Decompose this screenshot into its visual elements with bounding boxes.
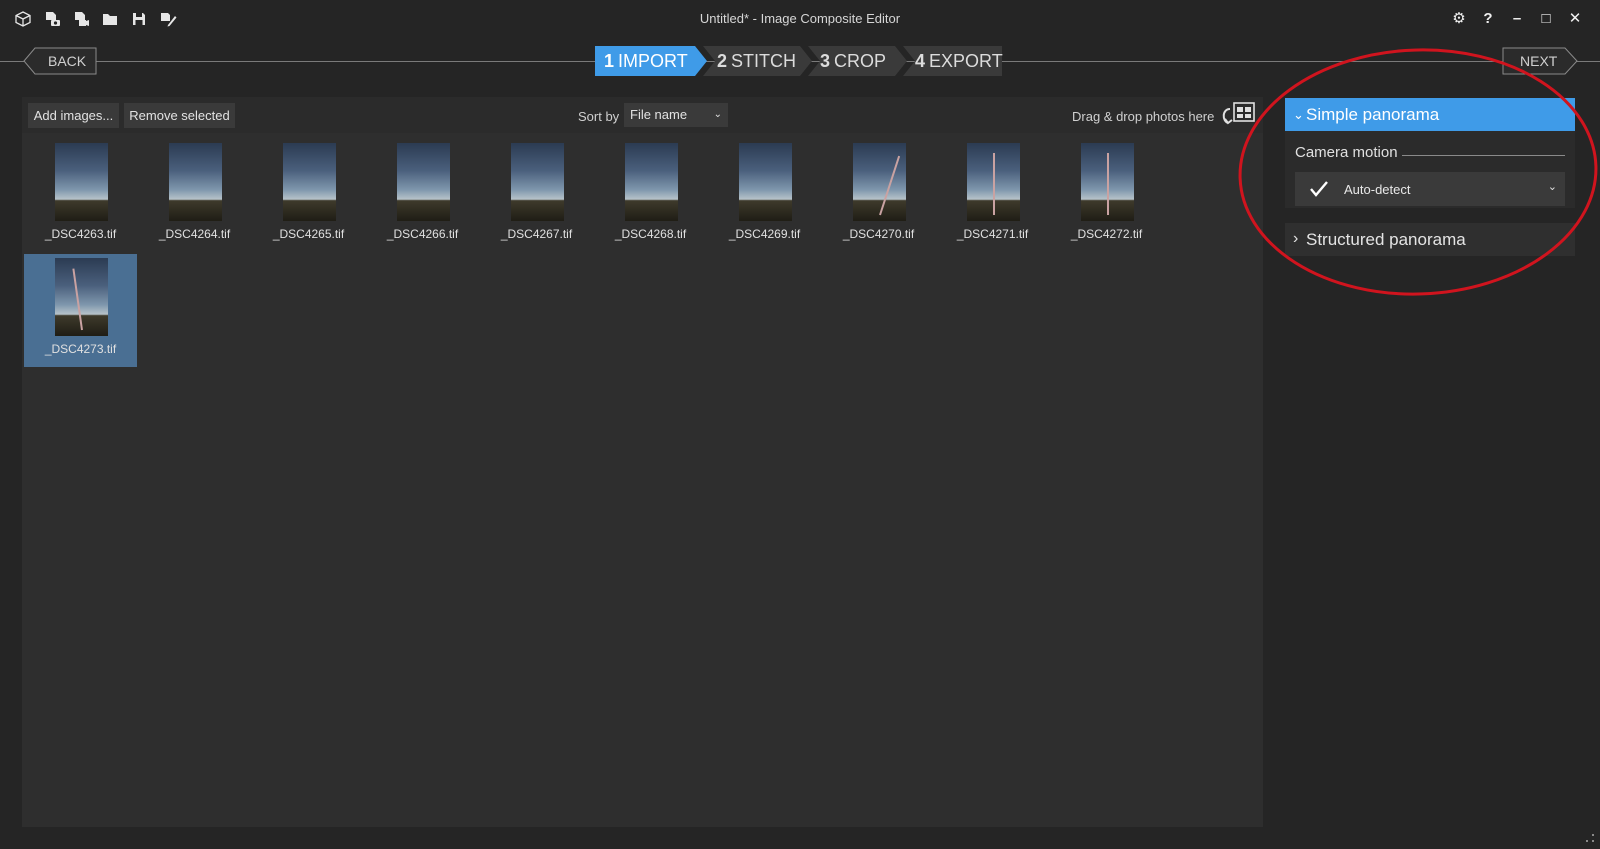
thumbnail-image <box>853 143 906 221</box>
thumbnail-filename: _DSC4263.tif <box>44 227 117 241</box>
thumbnail-image <box>1081 143 1134 221</box>
image-thumbnail[interactable]: _DSC4265.tif <box>252 139 365 252</box>
thumbnail-filename: _DSC4264.tif <box>158 227 231 241</box>
thumbnail-filename: _DSC4266.tif <box>386 227 459 241</box>
image-thumbnail[interactable]: _DSC4266.tif <box>366 139 479 252</box>
thumbnail-image <box>739 143 792 221</box>
thumbnail-filename: _DSC4272.tif <box>1070 227 1143 241</box>
sort-by-label: Sort by <box>578 109 620 124</box>
thumbnail-image <box>55 258 108 336</box>
remove-selected-button[interactable]: Remove selected <box>124 103 235 128</box>
minimize-icon[interactable]: – <box>1507 9 1527 29</box>
antenna-mast-shape <box>993 153 995 215</box>
resize-grip-icon[interactable] <box>1584 832 1596 844</box>
image-thumbnail[interactable]: _DSC4263.tif <box>24 139 137 252</box>
back-button[interactable]: BACK <box>23 47 97 75</box>
maximize-icon[interactable]: □ <box>1536 9 1556 29</box>
image-thumbnail[interactable]: _DSC4273.tif <box>24 254 137 367</box>
step-crop[interactable]: 3 CROP <box>808 46 908 76</box>
image-thumbnail[interactable]: _DSC4270.tif <box>822 139 935 252</box>
step-export[interactable]: 4 EXPORT <box>903 46 1003 76</box>
add-images-button[interactable]: Add images... <box>28 103 119 128</box>
step-stitch-label: 2 STITCH <box>717 51 797 71</box>
image-thumbnail[interactable]: _DSC4268.tif <box>594 139 707 252</box>
thumbnail-image <box>55 143 108 221</box>
step-crop-label: 3 CROP <box>820 51 887 71</box>
thumbnail-image <box>967 143 1020 221</box>
window-title: Untitled* - Image Composite Editor <box>699 11 901 26</box>
sort-by-select[interactable]: File name ⌄ <box>624 103 728 127</box>
step-stitch[interactable]: 2 STITCH <box>703 46 813 76</box>
image-thumbnail[interactable]: _DSC4269.tif <box>708 139 821 252</box>
title-bar: Untitled* - Image Composite Editor ⚙ ? –… <box>0 0 1600 38</box>
antenna-mast-shape <box>72 268 83 331</box>
image-thumbnail[interactable]: _DSC4267.tif <box>480 139 593 252</box>
image-thumbnail[interactable]: _DSC4272.tif <box>1050 139 1163 252</box>
thumbnail-filename: _DSC4273.tif <box>44 342 117 356</box>
thumbnail-filename: _DSC4267.tif <box>500 227 573 241</box>
thumbnail-grid: _DSC4263.tif _DSC4264.tif _DSC4265.tif _DSC… <box>22 139 1263 369</box>
back-label: BACK <box>48 53 87 69</box>
step-import[interactable]: 1 IMPORT <box>595 46 707 76</box>
drag-drop-hint: Drag & drop photos here <box>1072 109 1215 124</box>
thumbnail-image <box>511 143 564 221</box>
thumbnail-filename: _DSC4271.tif <box>956 227 1029 241</box>
thumbnail-image <box>283 143 336 221</box>
thumbnail-filename: _DSC4269.tif <box>728 227 801 241</box>
image-thumbnail[interactable]: _DSC4271.tif <box>936 139 1049 252</box>
thumbnail-filename: _DSC4265.tif <box>272 227 345 241</box>
chevron-down-icon: ⌄ <box>713 109 722 120</box>
thumbnail-image <box>397 143 450 221</box>
step-import-label: 1 IMPORT <box>604 51 688 71</box>
image-thumbnail[interactable]: _DSC4264.tif <box>138 139 251 252</box>
step-export-label: 4 EXPORT <box>915 51 1003 71</box>
thumbnail-filename: _DSC4270.tif <box>842 227 915 241</box>
sort-by-value: File name <box>630 107 688 122</box>
thumbnail-filename: _DSC4268.tif <box>614 227 687 241</box>
close-icon[interactable]: ✕ <box>1565 9 1585 29</box>
thumbnail-image <box>625 143 678 221</box>
antenna-mast-shape <box>879 155 901 216</box>
settings-icon[interactable]: ⚙ <box>1449 9 1469 29</box>
help-icon[interactable]: ? <box>1478 9 1498 29</box>
thumbnail-image <box>169 143 222 221</box>
annotation-ellipse <box>1238 48 1598 296</box>
antenna-mast-shape <box>1107 153 1109 215</box>
